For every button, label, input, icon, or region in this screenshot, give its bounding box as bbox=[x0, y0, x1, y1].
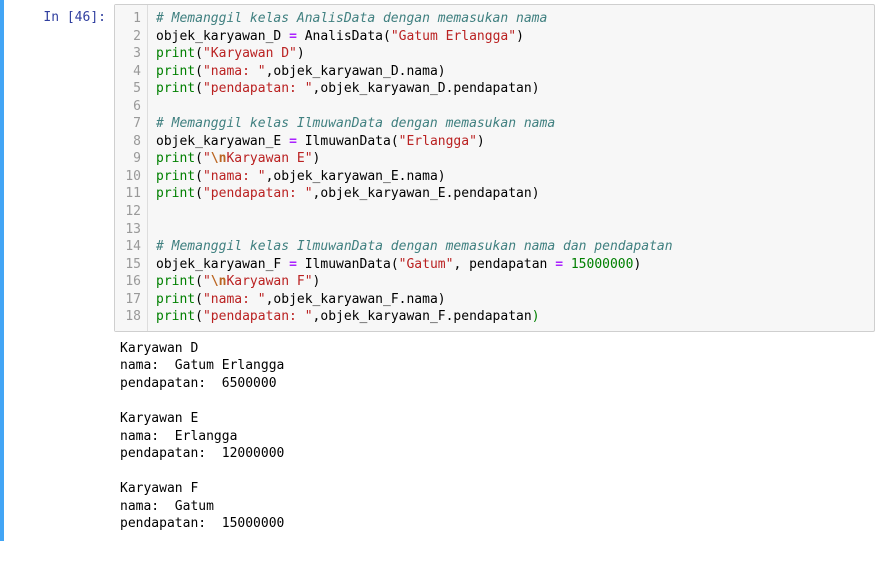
code-line bbox=[156, 99, 164, 114]
line-number: 15 bbox=[123, 256, 141, 274]
code-line bbox=[156, 204, 164, 219]
code-line: # Memanggil kelas IlmuwanData dengan mem… bbox=[156, 239, 673, 254]
line-number: 13 bbox=[123, 221, 141, 239]
code-line: objek_karyawan_F = IlmuwanData("Gatum", … bbox=[156, 257, 641, 272]
line-number: 7 bbox=[123, 115, 141, 133]
line-number: 17 bbox=[123, 291, 141, 309]
line-number: 10 bbox=[123, 168, 141, 186]
line-number: 1 bbox=[123, 10, 141, 28]
cell-body: 1 2 3 4 5 6 7 8 9 10 11 12 13 14 15 16 1… bbox=[114, 4, 887, 533]
code-line: print("nama: ",objek_karyawan_F.nama) bbox=[156, 292, 446, 307]
line-number: 3 bbox=[123, 45, 141, 63]
line-number-gutter: 1 2 3 4 5 6 7 8 9 10 11 12 13 14 15 16 1… bbox=[115, 5, 148, 331]
line-number: 14 bbox=[123, 238, 141, 256]
notebook-cell: In [46]: 1 2 3 4 5 6 7 8 9 10 11 12 13 1… bbox=[0, 0, 887, 541]
code-line: print("\nKaryawan E") bbox=[156, 151, 320, 166]
code-line: print("\nKaryawan F") bbox=[156, 274, 320, 289]
code-line: objek_karyawan_D = AnalisData("Gatum Erl… bbox=[156, 29, 524, 44]
code-line bbox=[156, 222, 164, 237]
code-line: print("pendapatan: ",objek_karyawan_E.pe… bbox=[156, 186, 540, 201]
line-number: 9 bbox=[123, 150, 141, 168]
line-number: 18 bbox=[123, 308, 141, 326]
line-number: 12 bbox=[123, 203, 141, 221]
code-line: print("pendapatan: ",objek_karyawan_F.pe… bbox=[156, 309, 540, 324]
code-line: print("nama: ",objek_karyawan_D.nama) bbox=[156, 64, 446, 79]
code-line: print("Karyawan D") bbox=[156, 46, 305, 61]
line-number: 11 bbox=[123, 185, 141, 203]
line-number: 2 bbox=[123, 28, 141, 46]
code-line: print("nama: ",objek_karyawan_E.nama) bbox=[156, 169, 446, 184]
line-number: 6 bbox=[123, 98, 141, 116]
code-editor[interactable]: 1 2 3 4 5 6 7 8 9 10 11 12 13 14 15 16 1… bbox=[114, 4, 875, 332]
line-number: 8 bbox=[123, 133, 141, 151]
code-line: # Memanggil kelas IlmuwanData dengan mem… bbox=[156, 116, 555, 131]
code-line: print("pendapatan: ",objek_karyawan_D.pe… bbox=[156, 81, 540, 96]
code-line: objek_karyawan_E = IlmuwanData("Erlangga… bbox=[156, 134, 485, 149]
code-line: # Memanggil kelas AnalisData dengan mema… bbox=[156, 11, 547, 26]
code-content[interactable]: # Memanggil kelas AnalisData dengan mema… bbox=[148, 5, 681, 331]
input-prompt: In [46]: bbox=[4, 4, 114, 533]
cell-output: Karyawan D nama: Gatum Erlangga pendapat… bbox=[114, 332, 875, 533]
line-number: 4 bbox=[123, 63, 141, 81]
line-number: 5 bbox=[123, 80, 141, 98]
line-number: 16 bbox=[123, 273, 141, 291]
